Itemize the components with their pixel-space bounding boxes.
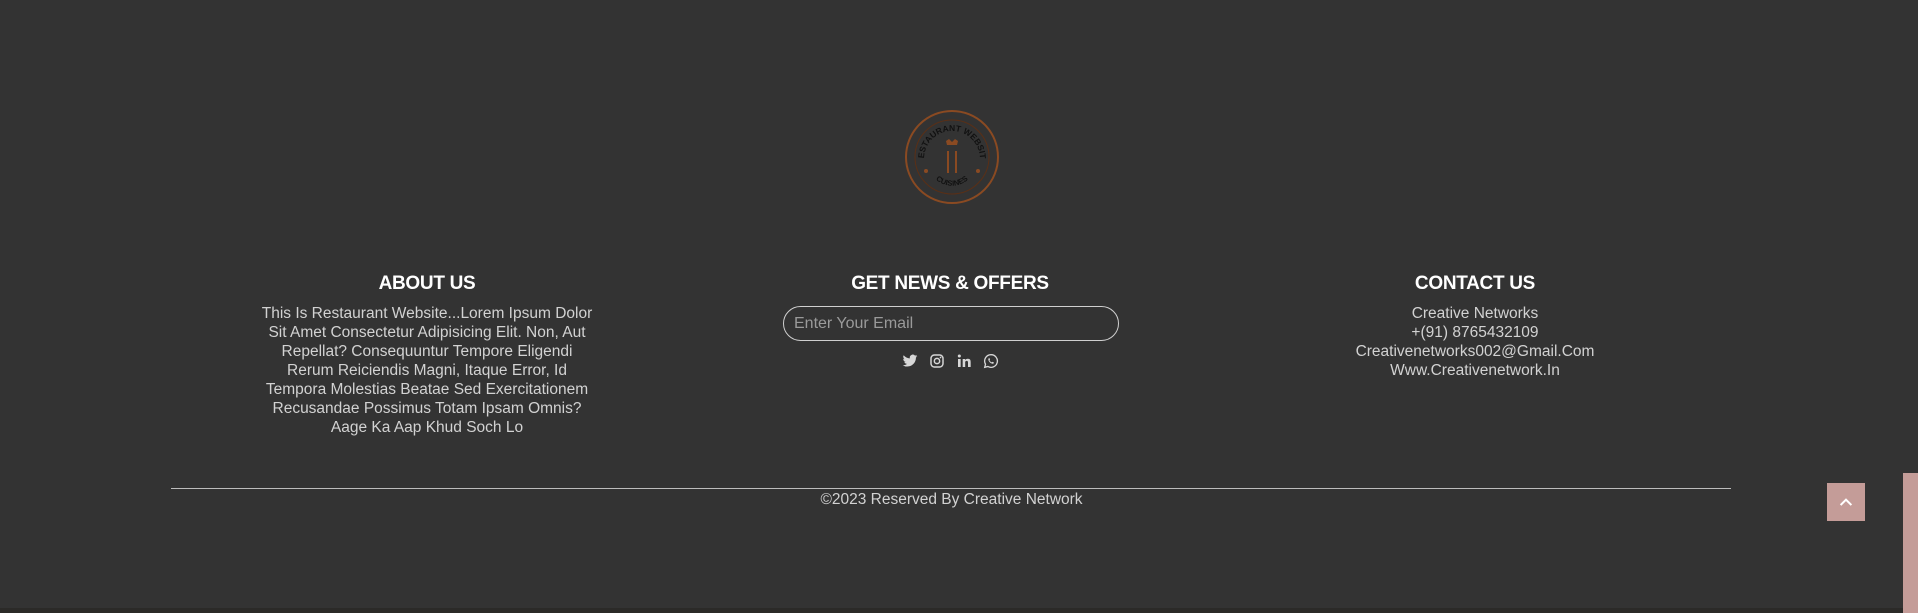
news-title: GET NEWS & OFFERS — [851, 273, 1049, 294]
contact-company: Creative Networks — [1411, 305, 1539, 322]
instagram-icon[interactable] — [929, 353, 945, 369]
scroll-to-top-button[interactable] — [1827, 483, 1865, 521]
logo-bottom-text: CUISINES — [934, 174, 969, 188]
restaurant-logo-icon: RESTAURANT WEBSITE CUISINES — [904, 109, 999, 204]
restaurant-logo[interactable]: RESTAURANT WEBSITE CUISINES — [904, 109, 1000, 205]
twitter-icon[interactable] — [902, 353, 918, 369]
email-field[interactable] — [783, 306, 1119, 341]
social-links — [760, 353, 1140, 369]
about-text: This Is Restaurant Website...Lorem Ipsum… — [261, 305, 593, 436]
contact-website: Www.Creativenetwork.In — [1390, 362, 1560, 379]
news-section: GET NEWS & OFFERS — [760, 272, 1140, 369]
copyright-text: ©2023 Reserved By Creative Network — [820, 491, 1083, 508]
contact-title: CONTACT US — [1414, 273, 1536, 294]
chevron-up-icon — [1839, 498, 1853, 506]
scrollbar-thumb[interactable] — [1903, 473, 1918, 613]
contact-phone: +(91) 8765432109 — [1411, 324, 1539, 341]
about-section: ABOUT US This Is Restaurant Website...Lo… — [260, 272, 594, 437]
svg-text:CUISINES: CUISINES — [934, 174, 969, 188]
linkedin-icon[interactable] — [956, 353, 972, 369]
page-bottom-edge — [0, 608, 1903, 613]
footer-divider — [171, 488, 1731, 489]
whatsapp-icon[interactable] — [983, 353, 999, 369]
contact-section: CONTACT US Creative Networks +(91) 87654… — [1330, 272, 1620, 380]
about-title: ABOUT US — [378, 273, 476, 294]
footer-page: RESTAURANT WEBSITE CUISINES ABOUT US Thi… — [0, 0, 1918, 613]
contact-email: Creativenetworks002@Gmail.Com — [1355, 343, 1595, 360]
